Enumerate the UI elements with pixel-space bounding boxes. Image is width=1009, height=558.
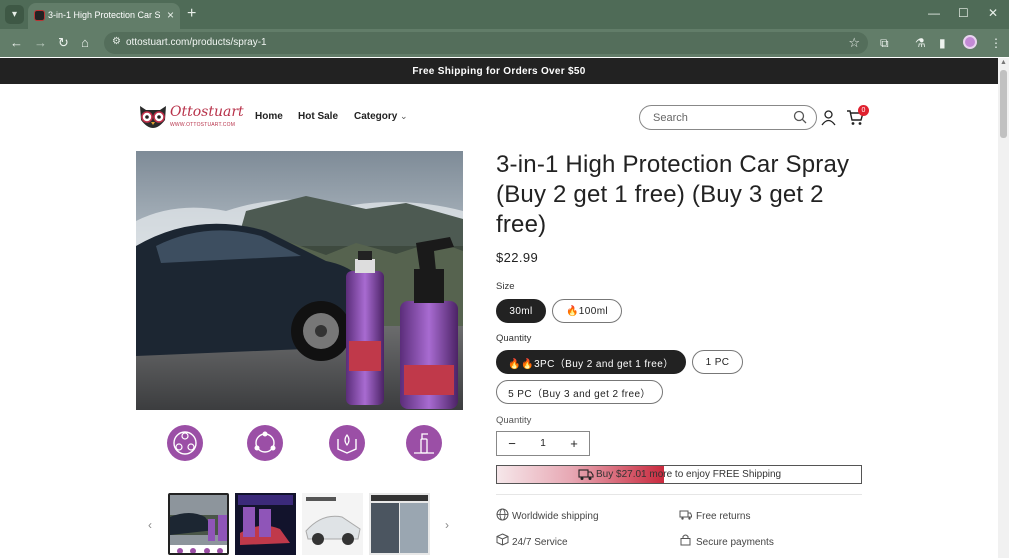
thumbnail-image-3 [302,493,363,555]
thumbnail-3[interactable] [302,493,363,555]
bundle-label: Quantity [496,333,532,344]
quantity-label: Quantity [496,415,532,426]
minimize-icon[interactable]: — [928,6,940,20]
thumb-next-icon[interactable]: › [445,518,449,532]
hands-care-icon [337,434,357,454]
user-icon[interactable] [820,109,837,126]
product-title: 3-in-1 High Protection Car Spray (Buy 2 … [496,151,850,238]
chevron-down-icon[interactable]: ⌄ [400,111,408,122]
thumb-prev-icon[interactable]: ‹ [148,518,152,532]
reload-icon[interactable]: ↻ [58,35,69,51]
protection-icon [173,431,197,455]
nav-category[interactable]: Category [354,111,397,122]
maximize-icon[interactable]: ☐ [958,6,969,20]
perk-24-7-service: 24/7 Service [512,537,568,548]
site-info-icon[interactable]: ⚙ [112,36,121,47]
back-icon[interactable]: ← [10,35,23,51]
thumbnail-1[interactable] [168,493,229,555]
lock-icon [680,534,691,546]
size-option-100ml[interactable]: 🔥100ml [552,299,622,323]
spray-bottle-icon [414,433,434,454]
new-tab-icon[interactable]: + [187,5,196,23]
divider [496,494,862,495]
truck-icon [578,469,594,480]
globe-icon [496,508,509,521]
store-logo[interactable]: Ottostuart WWW.OTTOSTUART.COM [136,100,244,134]
labs-flask-icon[interactable]: ⚗ [915,35,926,51]
box-icon [496,533,509,546]
thumbnail-image-1 [170,495,227,553]
quantity-increase-button[interactable]: + [562,435,586,452]
forward-icon[interactable]: → [34,35,47,51]
bundle-option-5pc[interactable]: 5 PC（Buy 3 and get 2 free） [496,380,663,404]
url-text[interactable]: ottostuart.com/products/spray-1 [126,37,267,48]
quantity-decrease-button[interactable]: − [500,435,524,452]
perk-worldwide-shipping: Worldwide shipping [512,511,599,522]
profile-avatar[interactable] [963,35,977,49]
quantity-stepper: − 1 + [496,431,590,456]
product-price: $22.99 [496,250,539,265]
thumbnail-4[interactable] [369,493,430,555]
search-box[interactable]: Search [639,105,817,130]
thumbnail-image-4 [369,493,430,555]
return-icon [679,510,692,520]
perk-secure-payments: Secure payments [696,537,774,548]
perk-free-returns: Free returns [696,511,751,522]
browser-tab[interactable]: 3-in-1 High Protection Car Spr × [28,3,180,29]
size-option-30ml[interactable]: 30ml [496,299,546,323]
quantity-input[interactable]: 1 [531,438,555,449]
scroll-up-icon[interactable]: ▲ [1000,59,1007,66]
owl-logo-icon [140,106,166,128]
page-scrollbar[interactable]: ▲ [998,58,1009,558]
search-input[interactable]: Search [653,112,688,124]
car-spray-photo [136,151,463,410]
nav-hot-sale[interactable]: Hot Sale [298,111,338,122]
bookmark-star-icon[interactable]: ☆ [848,35,860,51]
feature-icon-1 [167,425,203,461]
product-main-image[interactable] [136,151,463,410]
feature-icon-4 [406,425,442,461]
sidebar-icon[interactable]: ▮ [939,35,946,51]
address-bar[interactable]: ⚙ ottostuart.com/products/spray-1 ☆ [104,32,868,54]
scroll-thumb[interactable] [1000,70,1007,138]
home-icon[interactable]: ⌂ [81,35,89,51]
feature-icon-2 [247,425,283,461]
window-close-icon[interactable]: ✕ [988,6,998,20]
logo-text: Ottostuart [170,104,244,120]
cart-count-badge: 0 [858,105,869,116]
browser-tab-bar: ▾ 3-in-1 High Protection Car Spr × + — ☐… [0,0,1009,29]
thumbnail-image-2 [235,493,296,555]
size-label: Size [496,281,515,292]
free-shipping-progress: Buy $27.01 more to enjoy FREE Shipping [496,465,862,484]
browser-menu-icon[interactable]: ⋮ [990,35,1002,51]
thumbnail-2[interactable] [235,493,296,555]
tab-search-icon[interactable]: ▾ [5,5,24,24]
nav-home[interactable]: Home [255,111,283,122]
search-icon[interactable] [792,109,808,125]
bundle-option-3pc[interactable]: 🔥🔥3PC（Buy 2 and get 1 free） [496,350,686,374]
browser-toolbar: ← → ↻ ⌂ ⚙ ottostuart.com/products/spray-… [0,29,1009,57]
feature-icon-3 [329,425,365,461]
announcement-bar: Free Shipping for Orders Over $50 [0,58,998,84]
logo-subtext: WWW.OTTOSTUART.COM [170,122,236,128]
extensions-icon[interactable]: ⧉ [880,35,889,51]
tab-title: 3-in-1 High Protection Car Spr [48,10,160,20]
tab-close-icon[interactable]: × [167,8,174,22]
cycle-icon [254,431,276,453]
bundle-option-1pc[interactable]: 1 PC [692,350,743,374]
shipping-message: Buy $27.01 more to enjoy FREE Shipping [596,469,782,480]
favicon-icon [34,10,45,21]
